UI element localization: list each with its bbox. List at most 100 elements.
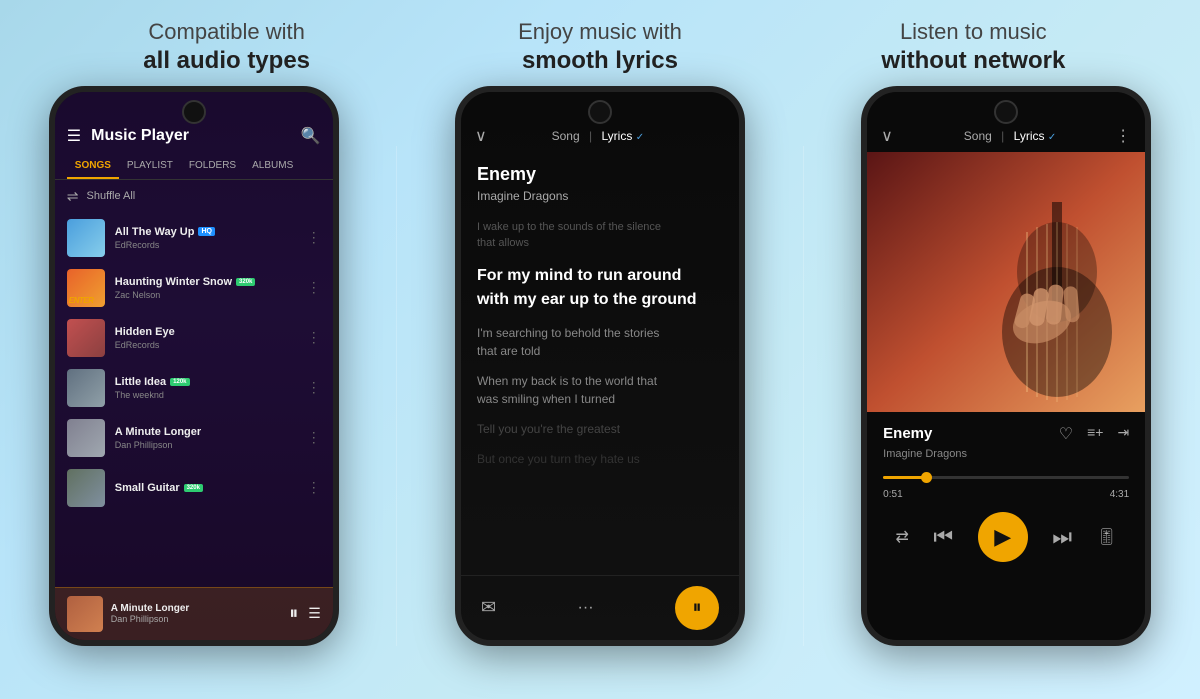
p1-tabs: SONGS PLAYLIST FOLDERS ALBUMS: [55, 152, 333, 180]
more-dots-icon[interactable]: ···: [578, 599, 594, 617]
shuffle-all-row[interactable]: ⇌ Shuffle All: [55, 180, 333, 213]
lyric-line-3: I'm searching to behold the storiesthat …: [477, 324, 723, 360]
thumb-4: [67, 369, 105, 407]
np-info: A Minute Longer Dan Phillipson: [111, 603, 289, 624]
tab-folders[interactable]: FOLDERS: [181, 156, 244, 179]
phone3-screen: ∨ Song | Lyrics ✓ ⋮: [867, 92, 1145, 640]
tab-albums[interactable]: ALBUMS: [244, 156, 301, 179]
message-icon[interactable]: ✉: [481, 597, 496, 618]
artist-1: EdRecords: [115, 240, 307, 250]
headline-2-light: Enjoy music with: [415, 18, 785, 46]
more-icon-3[interactable]: ⋮: [307, 329, 321, 346]
song-name-2: Haunting Winter Snow 320k: [115, 276, 307, 288]
play-button[interactable]: ▶: [978, 512, 1028, 562]
phone-1: ☰ Music Player 🔍 SONGS PLAYLIST FOLDERS …: [49, 86, 339, 646]
song-row-3[interactable]: Hidden Eye EdRecords ⋮: [55, 313, 333, 363]
np-thumbnail: [67, 596, 103, 632]
prev-icon[interactable]: ⏮: [933, 524, 953, 550]
nav-dot: |: [589, 129, 592, 143]
headline-1-bold: all audio types: [42, 46, 412, 76]
p1-header: ☰ Music Player 🔍: [55, 120, 333, 152]
verified-icon: ✓: [636, 132, 644, 143]
time-total: 4:31: [1110, 489, 1129, 500]
lyric-line-6: But once you turn they hate us: [477, 450, 723, 468]
album-art: [867, 152, 1145, 412]
progress-track: [883, 476, 1129, 479]
divider-1: [396, 146, 397, 646]
app-title: Music Player: [91, 127, 301, 145]
p3-nav-song[interactable]: Song: [964, 129, 992, 143]
p3-song-name: Enemy: [883, 425, 1059, 442]
p2-song-title: Enemy: [461, 152, 739, 189]
p3-song-info: Enemy ♡ ≡+ ⇥: [867, 412, 1145, 448]
back-icon[interactable]: ∨: [475, 126, 487, 146]
artist-5: Dan Phillipson: [115, 440, 307, 450]
repeat-icon[interactable]: ⇄: [895, 527, 908, 547]
tab-playlist[interactable]: PLAYLIST: [119, 156, 181, 179]
song-row-5[interactable]: A Minute Longer Dan Phillipson ⋮: [55, 413, 333, 463]
shuffle-label: Shuffle All: [87, 190, 136, 202]
artist-2: Zac Nelson: [115, 290, 307, 300]
pause-icon[interactable]: ⏸: [289, 603, 298, 624]
more-icon-4[interactable]: ⋮: [307, 379, 321, 396]
phone1-screen: ☰ Music Player 🔍 SONGS PLAYLIST FOLDERS …: [55, 92, 333, 640]
song-row-2[interactable]: ENTER Haunting Winter Snow 320k Zac Nels…: [55, 263, 333, 313]
lyric-line-5: Tell you you're the greatest: [477, 420, 723, 438]
progress-bar[interactable]: [867, 470, 1145, 485]
song-name-3: Hidden Eye: [115, 326, 307, 338]
equalizer-icon[interactable]: 🎚: [1097, 527, 1117, 547]
song-row-4[interactable]: Little Idea 120k The weeknd ⋮: [55, 363, 333, 413]
search-icon[interactable]: 🔍: [301, 126, 321, 146]
next-icon[interactable]: ⏭: [1052, 524, 1072, 550]
thumb-3: [67, 319, 105, 357]
p2-nav: Song | Lyrics ✓: [499, 129, 697, 143]
headlines-row: Compatible with all audio types Enjoy mu…: [0, 0, 1200, 86]
headline-1: Compatible with all audio types: [42, 18, 412, 76]
p3-nav-lyrics[interactable]: Lyrics: [1014, 129, 1045, 143]
headline-3-light: Listen to music: [789, 18, 1159, 46]
p3-header: ∨ Song | Lyrics ✓ ⋮: [867, 120, 1145, 152]
progress-fill: [883, 476, 927, 479]
add-to-queue-icon[interactable]: ≡+: [1087, 424, 1103, 444]
quality-badge-4: 120k: [170, 378, 189, 386]
shuffle-icon: ⇌: [67, 188, 79, 205]
headline-3-bold: without network: [789, 46, 1159, 76]
queue-icon[interactable]: ☰: [308, 605, 321, 622]
song-info-4: Little Idea 120k The weeknd: [115, 376, 307, 400]
thumb-2: ENTER: [67, 269, 105, 307]
tab-songs[interactable]: SONGS: [67, 156, 119, 179]
favorite-icon[interactable]: ♡: [1059, 424, 1073, 444]
song-row-1[interactable]: All The Way Up HQ EdRecords ⋮: [55, 213, 333, 263]
song-info-6: Small Guitar 320k: [115, 482, 307, 494]
phone2-screen: ∨ Song | Lyrics ✓ Enemy Imagine Dragons …: [461, 92, 739, 640]
pause-button[interactable]: ⏸: [675, 586, 719, 630]
p3-more-icon[interactable]: ⋮: [1115, 126, 1131, 146]
song-row-6[interactable]: Small Guitar 320k ⋮: [55, 463, 333, 513]
headline-2-bold: smooth lyrics: [415, 46, 785, 76]
p3-time: 0:51 4:31: [867, 485, 1145, 504]
thumb-6: [67, 469, 105, 507]
menu-icon[interactable]: ☰: [67, 126, 81, 146]
p3-nav: Song | Lyrics ✓: [905, 129, 1115, 143]
p3-controls: ⇄ ⏮ ▶ ⏭ 🎚: [867, 504, 1145, 572]
p3-artist: Imagine Dragons: [867, 448, 1145, 470]
now-playing-bar[interactable]: A Minute Longer Dan Phillipson ⏸ ☰: [55, 587, 333, 640]
p3-back-icon[interactable]: ∨: [881, 126, 893, 146]
np-song-name: A Minute Longer: [111, 603, 289, 614]
share-icon[interactable]: ⇥: [1117, 424, 1129, 444]
more-icon-6[interactable]: ⋮: [307, 479, 321, 496]
divider-2: [803, 146, 804, 646]
song-name-6: Small Guitar 320k: [115, 482, 307, 494]
quality-badge-6: 320k: [184, 484, 203, 492]
more-icon-2[interactable]: ⋮: [307, 279, 321, 296]
nav-song-label[interactable]: Song: [552, 129, 580, 143]
headline-3: Listen to music without network: [789, 18, 1159, 76]
nav-lyrics-label[interactable]: Lyrics: [601, 129, 632, 143]
song-info-3: Hidden Eye EdRecords: [115, 326, 307, 350]
more-icon-5[interactable]: ⋮: [307, 429, 321, 446]
lyric-line-4: When my back is to the world thatwas smi…: [477, 372, 723, 408]
p2-footer: ✉ ··· ⏸: [461, 575, 739, 640]
more-icon-1[interactable]: ⋮: [307, 229, 321, 246]
album-art-svg: [867, 152, 1145, 412]
artist-3: EdRecords: [115, 340, 307, 350]
